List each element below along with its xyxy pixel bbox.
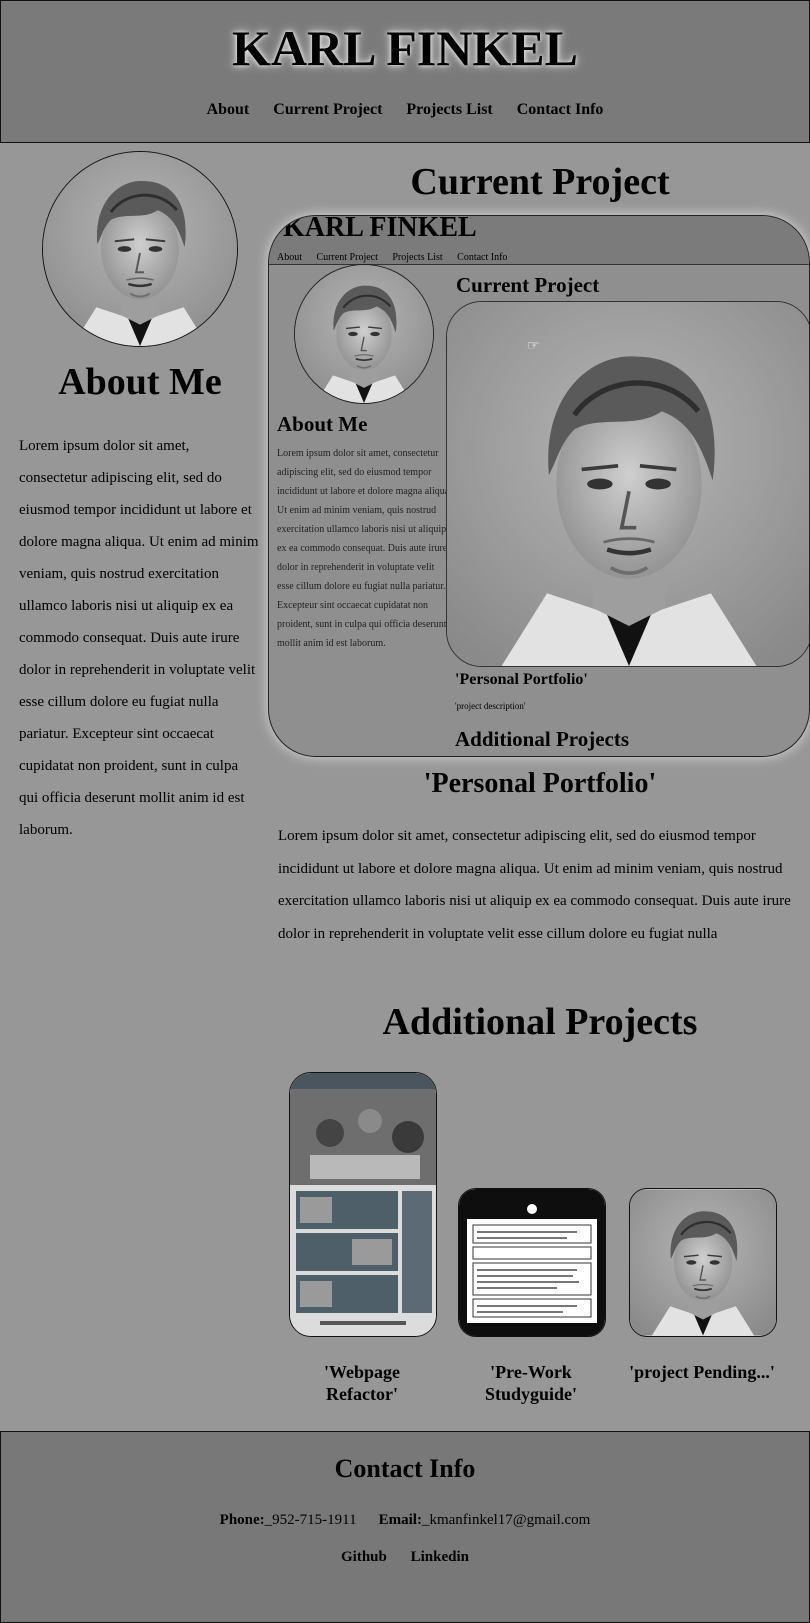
site-title: KARL FINKEL xyxy=(232,20,578,76)
email-address[interactable]: _kmanfinkel17@gmail.com xyxy=(422,1512,590,1528)
contact-heading: Contact Info xyxy=(334,1454,476,1483)
preview-avatar xyxy=(294,264,434,404)
nav-about[interactable]: About xyxy=(207,101,250,118)
preview-nav: About Current Project Projects List Cont… xyxy=(277,252,519,263)
project-label-webpage-refactor[interactable]: 'Webpage Refactor' xyxy=(287,1361,437,1405)
project-title: 'Personal Portfolio' xyxy=(423,768,657,799)
preview-current-heading: Current Project xyxy=(456,273,600,297)
current-project-heading: Current Project xyxy=(410,161,670,203)
contact-details: Phone:_952-715-1911 Email:_kmanfinkel17@g… xyxy=(1,1512,809,1529)
email-label: Email: xyxy=(378,1512,422,1528)
phone-number[interactable]: _952-715-1911 xyxy=(265,1512,357,1528)
webpage-refactor-thumbnail xyxy=(290,1073,436,1336)
preview-nav-contact-info: Contact Info xyxy=(457,252,508,263)
additional-projects-heading: Additional Projects xyxy=(382,1001,698,1043)
social-links: Github Linkedin xyxy=(1,1549,809,1566)
preview-about-text: Lorem ipsum dolor sit amet, consectetur … xyxy=(277,448,452,649)
github-link[interactable]: Github xyxy=(341,1549,387,1565)
project-card-prework-studyguide[interactable] xyxy=(458,1188,606,1337)
site-header: KARL FINKEL About Current Project Projec… xyxy=(0,0,810,143)
project-label-prework-studyguide[interactable]: 'Pre-Work Studyguide' xyxy=(456,1361,606,1405)
nav-projects-list[interactable]: Projects List xyxy=(406,101,492,118)
about-heading: About Me xyxy=(58,361,222,403)
preview-project-title: 'Personal Portfolio' xyxy=(455,671,588,688)
preview-project-image xyxy=(446,301,809,667)
linkedin-link[interactable]: Linkedin xyxy=(411,1549,469,1565)
preview-about-heading: About Me xyxy=(277,412,368,436)
nav-current-project[interactable]: Current Project xyxy=(273,101,382,118)
current-project-preview[interactable]: KARL FINKEL About Current Project Projec… xyxy=(268,215,810,757)
phone-label: Phone: xyxy=(219,1512,265,1528)
project-card-pending[interactable] xyxy=(629,1188,777,1337)
pending-project-thumbnail xyxy=(630,1189,776,1336)
preview-title: KARL FINKEL xyxy=(283,215,477,243)
nav-contact-info[interactable]: Contact Info xyxy=(517,101,604,118)
preview-header: KARL FINKEL About Current Project Projec… xyxy=(269,216,809,265)
contact-footer: Contact Info Phone:_952-715-1911 Email:_k… xyxy=(0,1431,810,1623)
profile-avatar xyxy=(42,151,238,347)
cursor-icon: ☞ xyxy=(527,339,540,354)
project-label-pending[interactable]: 'project Pending...' xyxy=(627,1361,777,1383)
main-nav: About Current Project Projects List Cont… xyxy=(1,101,809,119)
project-description: Lorem ipsum dolor sit amet, consectetur … xyxy=(278,828,791,942)
preview-project-description: 'project description' xyxy=(455,701,526,711)
project-card-webpage-refactor[interactable] xyxy=(289,1072,437,1337)
preview-nav-projects-list: Projects List xyxy=(392,252,443,263)
preview-nav-current-project: Current Project xyxy=(316,252,378,263)
preview-nav-about: About xyxy=(277,252,302,263)
preview-additional-heading: Additional Projects xyxy=(455,727,630,751)
studyguide-thumbnail xyxy=(459,1189,605,1336)
about-text: Lorem ipsum dolor sit amet, consectetur … xyxy=(19,438,259,838)
